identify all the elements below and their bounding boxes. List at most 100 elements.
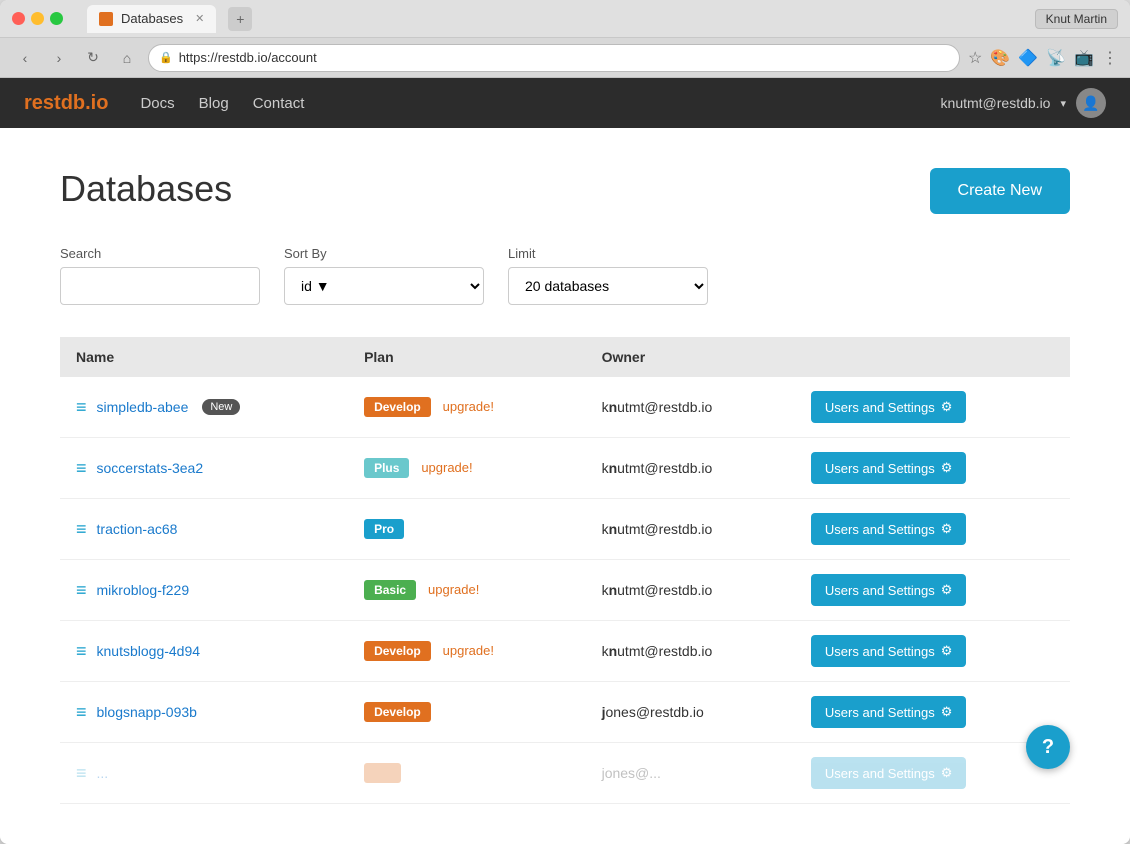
page-header: Databases Create New <box>60 168 1070 214</box>
table-row-partial: ≡ ... jones@... Users and Settings ⚙ <box>60 743 1070 804</box>
gear-icon-partial: ⚙ <box>941 765 953 781</box>
nav-docs[interactable]: Docs <box>140 95 174 112</box>
db-name-link-partial[interactable]: ... <box>97 765 109 781</box>
db-icon: ≡ <box>76 580 87 601</box>
back-button[interactable]: ‹ <box>12 45 38 71</box>
db-actions-cell: Users and Settings ⚙ <box>795 377 1070 438</box>
nav-blog[interactable]: Blog <box>199 95 229 112</box>
settings-button[interactable]: Users and Settings ⚙ <box>811 635 967 667</box>
db-plan-cell: Develop upgrade! <box>348 377 586 438</box>
plan-badge: Pro <box>364 519 404 539</box>
rss-icon[interactable]: 📡 <box>1046 48 1066 68</box>
nav-contact[interactable]: Contact <box>253 95 305 112</box>
app-logo: restdb.io <box>24 92 108 115</box>
limit-select[interactable]: 20 databases 50 databases 100 databases <box>508 267 708 305</box>
help-icon: ? <box>1042 736 1054 759</box>
owner-text: knutmt@restdb.io <box>602 399 713 415</box>
db-name-link[interactable]: traction-ac68 <box>97 521 178 537</box>
user-dropdown-icon[interactable]: ▾ <box>1060 97 1066 110</box>
settings-button[interactable]: Users and Settings ⚙ <box>811 452 967 484</box>
browser-account: Knut Martin <box>1035 9 1118 29</box>
upgrade-link[interactable]: upgrade! <box>443 643 494 658</box>
create-new-button[interactable]: Create New <box>930 168 1070 214</box>
logo-text: restdb <box>24 92 85 114</box>
gear-icon: ⚙ <box>941 643 953 659</box>
db-owner-cell: jones@restdb.io <box>586 682 795 743</box>
col-name: Name <box>60 337 348 377</box>
db-actions-cell: Users and Settings ⚙ <box>795 438 1070 499</box>
db-name-link[interactable]: knutsblogg-4d94 <box>97 643 201 659</box>
db-actions-cell: Users and Settings ⚙ <box>795 499 1070 560</box>
pocket-icon[interactable]: 🔷 <box>1018 48 1038 68</box>
sort-select[interactable]: id ▼ name <box>284 267 484 305</box>
upgrade-link[interactable]: upgrade! <box>443 399 494 414</box>
filters-row: Search Sort By id ▼ name Limit 20 databa… <box>60 246 1070 305</box>
db-icon: ≡ <box>76 641 87 662</box>
browser-tab[interactable]: Databases ✕ <box>87 5 216 33</box>
db-icon: ≡ <box>76 397 87 418</box>
db-name-cell: ≡ knutsblogg-4d94 <box>60 621 348 682</box>
db-name-link[interactable]: blogsnapp-093b <box>97 704 197 720</box>
sort-group: Sort By id ▼ name <box>284 246 484 305</box>
app-nav: Docs Blog Contact <box>140 95 304 112</box>
maximize-window-button[interactable] <box>50 12 63 25</box>
settings-button[interactable]: Users and Settings ⚙ <box>811 696 967 728</box>
search-group: Search <box>60 246 260 305</box>
search-input[interactable] <box>60 267 260 305</box>
db-owner-cell: knutmt@restdb.io <box>586 438 795 499</box>
upgrade-link[interactable]: upgrade! <box>428 582 479 597</box>
db-name-link[interactable]: soccerstats-3ea2 <box>97 460 204 476</box>
browser-toolbar: ‹ › ↻ ⌂ 🔒 https://restdb.io/account ☆ 🎨 … <box>0 38 1130 78</box>
db-name-cell: ≡ traction-ac68 <box>60 499 348 560</box>
table-header-row: Name Plan Owner <box>60 337 1070 377</box>
refresh-button[interactable]: ↻ <box>80 45 106 71</box>
help-button[interactable]: ? <box>1026 725 1070 769</box>
db-owner-cell: knutmt@restdb.io <box>586 377 795 438</box>
partial-owner-text: jones@... <box>602 765 661 781</box>
settings-button[interactable]: Users and Settings ⚙ <box>811 574 967 606</box>
db-plan-cell: Develop <box>348 682 586 743</box>
db-plan-cell: Develop upgrade! <box>348 621 586 682</box>
plan-badge: Develop <box>364 702 431 722</box>
cast-icon[interactable]: 📺 <box>1074 48 1094 68</box>
sort-label: Sort By <box>284 246 484 261</box>
forward-button[interactable]: › <box>46 45 72 71</box>
app-nav-right: knutmt@restdb.io ▾ 👤 <box>941 88 1106 118</box>
browser-titlebar: Databases ✕ + Knut Martin <box>0 0 1130 38</box>
bookmark-icon[interactable]: ☆ <box>968 48 982 68</box>
new-badge: New <box>202 399 240 415</box>
menu-icon[interactable]: ⋮ <box>1102 48 1118 68</box>
db-plan-cell: Pro <box>348 499 586 560</box>
gear-icon: ⚙ <box>941 399 953 415</box>
plan-badge: Develop <box>364 641 431 661</box>
settings-button[interactable]: Users and Settings ⚙ <box>811 513 967 545</box>
partial-name-cell: ≡ ... <box>60 743 348 804</box>
extensions-icon[interactable]: 🎨 <box>990 48 1010 68</box>
limit-group: Limit 20 databases 50 databases 100 data… <box>508 246 708 305</box>
upgrade-link[interactable]: upgrade! <box>421 460 472 475</box>
owner-text: knutmt@restdb.io <box>602 582 713 598</box>
avatar[interactable]: 👤 <box>1076 88 1106 118</box>
db-owner-cell: knutmt@restdb.io <box>586 499 795 560</box>
db-name-cell: ≡ simpledb-abee New <box>60 377 348 438</box>
limit-label: Limit <box>508 246 708 261</box>
db-name-link[interactable]: simpledb-abee <box>97 399 189 415</box>
settings-button-partial[interactable]: Users and Settings ⚙ <box>811 757 967 789</box>
db-plan-cell: Basic upgrade! <box>348 560 586 621</box>
minimize-window-button[interactable] <box>31 12 44 25</box>
col-actions <box>795 337 1070 377</box>
new-tab-button[interactable]: + <box>228 7 252 31</box>
db-icon: ≡ <box>76 763 87 784</box>
close-window-button[interactable] <box>12 12 25 25</box>
owner-text: knutmt@restdb.io <box>602 643 713 659</box>
table-row: ≡ simpledb-abee New Develop upgrade! knu… <box>60 377 1070 438</box>
avatar-icon: 👤 <box>1082 95 1099 112</box>
address-bar[interactable]: 🔒 https://restdb.io/account <box>148 44 960 72</box>
settings-button[interactable]: Users and Settings ⚙ <box>811 391 967 423</box>
db-name-link[interactable]: mikroblog-f229 <box>97 582 190 598</box>
plan-badge: Basic <box>364 580 416 600</box>
home-button[interactable]: ⌂ <box>114 45 140 71</box>
gear-icon: ⚙ <box>941 704 953 720</box>
tab-close-button[interactable]: ✕ <box>195 12 204 25</box>
url-text: https://restdb.io/account <box>179 50 317 65</box>
